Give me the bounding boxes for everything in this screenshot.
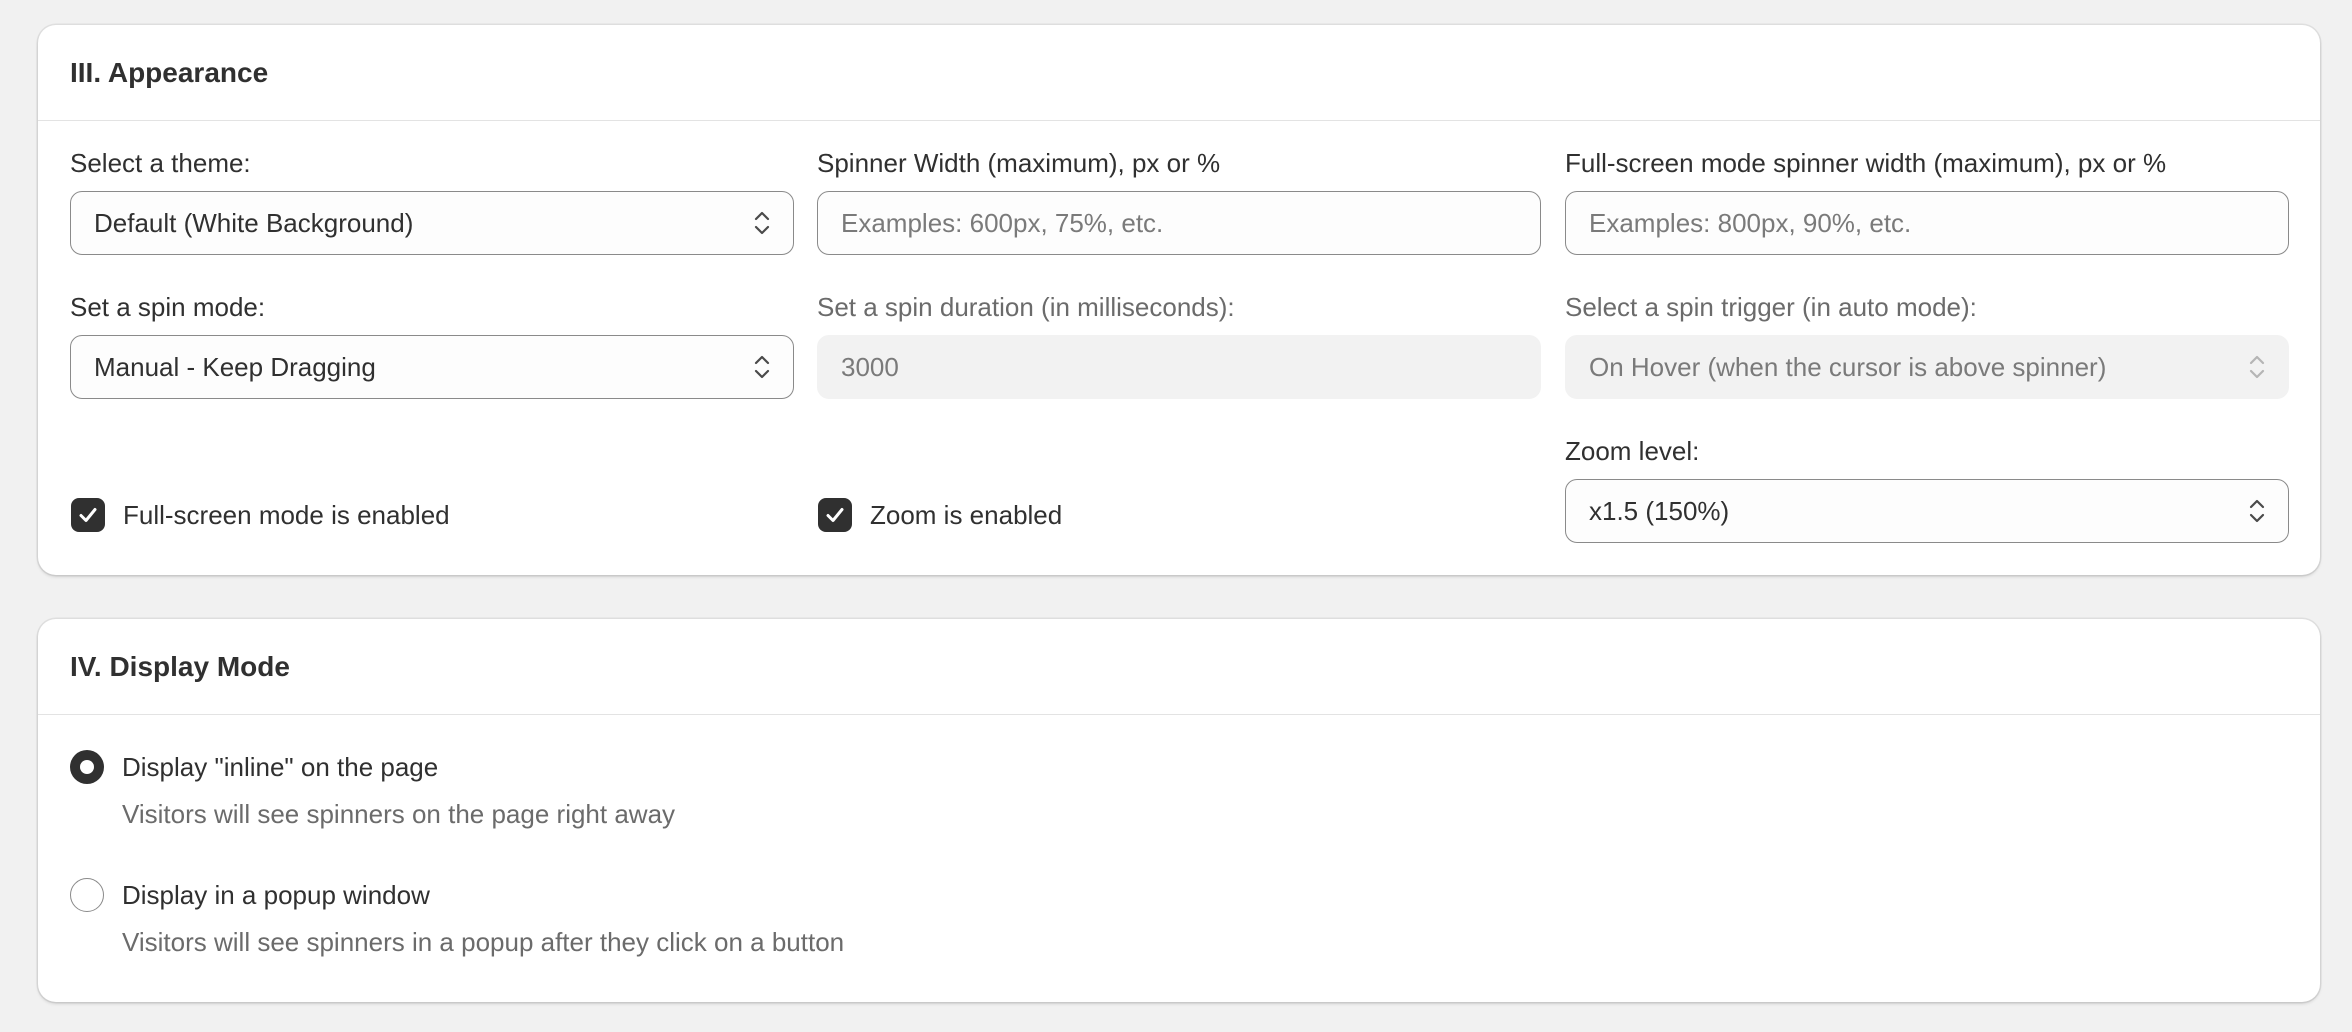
zoom-level-field: Zoom level: x1.5 (150%)	[1565, 435, 2289, 545]
spin-trigger-label: Select a spin trigger (in auto mode):	[1565, 292, 1977, 322]
spinner-width-placeholder: Examples: 600px, 75%, etc.	[841, 207, 1164, 238]
appearance-card: III. Appearance Select a theme: Default …	[38, 25, 2320, 575]
fullscreen-checkbox[interactable]	[71, 498, 105, 532]
spin-trigger-select-value: On Hover (when the cursor is above spinn…	[1589, 351, 2107, 382]
zoom-level-label: Zoom level:	[1565, 436, 1700, 466]
theme-select[interactable]: Default (White Background)	[70, 191, 794, 255]
spin-trigger-field: Select a spin trigger (in auto mode): On…	[1565, 291, 2289, 401]
spinner-width-label: Spinner Width (maximum), px or %	[817, 148, 1221, 178]
zoom-level-select[interactable]: x1.5 (150%)	[1565, 479, 2289, 543]
theme-select-value: Default (White Background)	[94, 207, 414, 238]
select-arrows-icon	[2249, 499, 2265, 523]
display-inline-label: Display "inline" on the page	[122, 752, 439, 782]
zoom-checkbox-label: Zoom is enabled	[870, 499, 1063, 530]
spin-duration-field: Set a spin duration (in milliseconds): 3…	[817, 291, 1541, 401]
fullscreen-width-input[interactable]: Examples: 800px, 90%, etc.	[1565, 191, 2289, 255]
fullscreen-checkbox-label: Full-screen mode is enabled	[123, 499, 450, 530]
zoom-checkbox-row[interactable]: Zoom is enabled	[818, 497, 1062, 533]
checkmark-icon	[826, 508, 844, 522]
display-popup-radio[interactable]	[70, 878, 104, 912]
zoom-checkbox[interactable]	[818, 498, 852, 532]
zoom-level-select-value: x1.5 (150%)	[1589, 495, 1730, 526]
fullscreen-width-placeholder: Examples: 800px, 90%, etc.	[1589, 207, 1912, 238]
fullscreen-width-field: Full-screen mode spinner width (maximum)…	[1565, 147, 2289, 257]
checkmark-icon	[79, 508, 97, 522]
spin-mode-label: Set a spin mode:	[70, 292, 266, 322]
spin-mode-select[interactable]: Manual - Keep Dragging	[70, 335, 794, 399]
display-popup-label: Display in a popup window	[122, 880, 430, 910]
select-arrows-icon	[754, 355, 770, 379]
spinner-width-input[interactable]: Examples: 600px, 75%, etc.	[817, 191, 1541, 255]
display-mode-card-header: IV. Display Mode	[38, 619, 2320, 715]
spin-duration-input[interactable]: 3000	[817, 335, 1541, 399]
select-arrows-icon	[754, 211, 770, 235]
fullscreen-width-label: Full-screen mode spinner width (maximum)…	[1565, 148, 2167, 178]
fullscreen-checkbox-row[interactable]: Full-screen mode is enabled	[71, 497, 450, 533]
spin-mode-select-value: Manual - Keep Dragging	[94, 351, 376, 382]
display-popup-help: Visitors will see spinners in a popup af…	[122, 927, 845, 957]
appearance-card-header: III. Appearance	[38, 25, 2320, 121]
display-popup-option[interactable]: Display in a popup window Visitors will …	[70, 878, 970, 968]
spin-trigger-select[interactable]: On Hover (when the cursor is above spinn…	[1565, 335, 2289, 399]
theme-field: Select a theme: Default (White Backgroun…	[70, 147, 794, 257]
theme-label: Select a theme:	[70, 148, 251, 178]
display-mode-card: IV. Display Mode Display "inline" on the…	[38, 619, 2320, 1002]
appearance-title: III. Appearance	[70, 56, 269, 88]
display-mode-title: IV. Display Mode	[70, 650, 290, 682]
spin-mode-field: Set a spin mode: Manual - Keep Dragging	[70, 291, 794, 401]
display-inline-option[interactable]: Display "inline" on the page Visitors wi…	[70, 750, 970, 840]
spin-duration-label: Set a spin duration (in milliseconds):	[817, 292, 1235, 322]
spin-duration-value: 3000	[841, 351, 899, 382]
display-inline-radio[interactable]	[70, 750, 104, 784]
spinner-width-field: Spinner Width (maximum), px or % Example…	[817, 147, 1541, 257]
select-arrows-icon	[2249, 355, 2265, 379]
display-inline-help: Visitors will see spinners on the page r…	[122, 799, 676, 829]
